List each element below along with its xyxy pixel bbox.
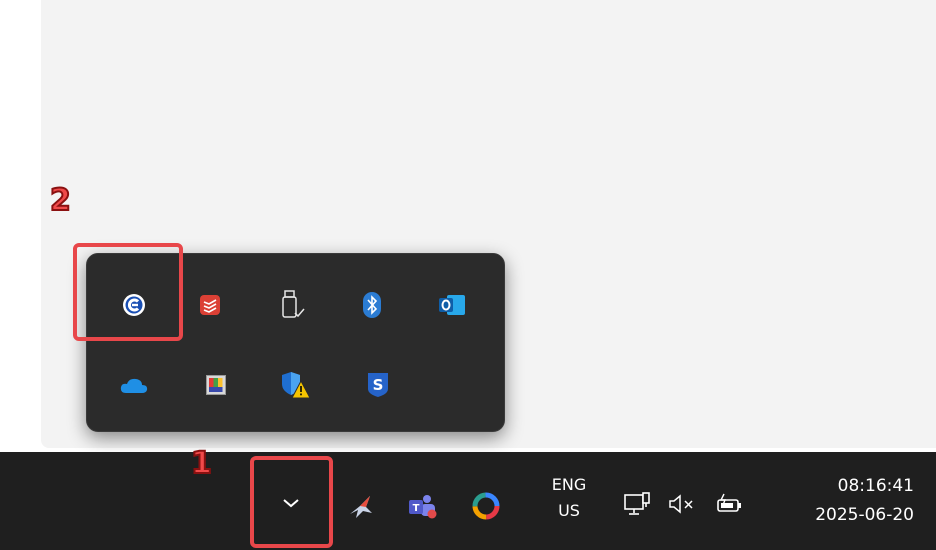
teams-icon[interactable]: T: [404, 488, 440, 524]
highlight-box-step-2: [73, 243, 183, 341]
clock-date: 2025-06-20: [815, 505, 914, 525]
network-icon[interactable]: [620, 486, 656, 522]
battery-charging-icon[interactable]: [712, 486, 748, 522]
language-code: ENG: [551, 475, 587, 494]
plane-app-icon[interactable]: [342, 488, 378, 524]
bluetooth-icon[interactable]: [350, 283, 394, 327]
step-1-marker: 1: [190, 445, 213, 482]
language-indicator[interactable]: ENG US: [546, 472, 592, 524]
keyboard-layout: US: [558, 501, 580, 520]
clock-time: 08:16:41: [837, 476, 914, 496]
color-picker-icon[interactable]: [194, 363, 238, 407]
volume-muted-icon[interactable]: [664, 486, 700, 522]
defender-warning-icon[interactable]: [274, 363, 318, 407]
todoist-icon[interactable]: [188, 283, 232, 327]
sync-app-icon[interactable]: [468, 488, 504, 524]
onedrive-icon[interactable]: [112, 363, 156, 407]
svg-text:S: S: [373, 376, 384, 394]
system-clock[interactable]: 08:16:41 2025-06-20: [774, 472, 914, 530]
svg-text:T: T: [413, 503, 420, 514]
usb-safely-remove-icon[interactable]: [270, 283, 314, 327]
step-2-marker: 2: [49, 182, 72, 219]
outlook-icon[interactable]: [430, 283, 474, 327]
security-app-icon[interactable]: S: [356, 363, 400, 407]
highlight-box-step-1: [250, 456, 333, 548]
